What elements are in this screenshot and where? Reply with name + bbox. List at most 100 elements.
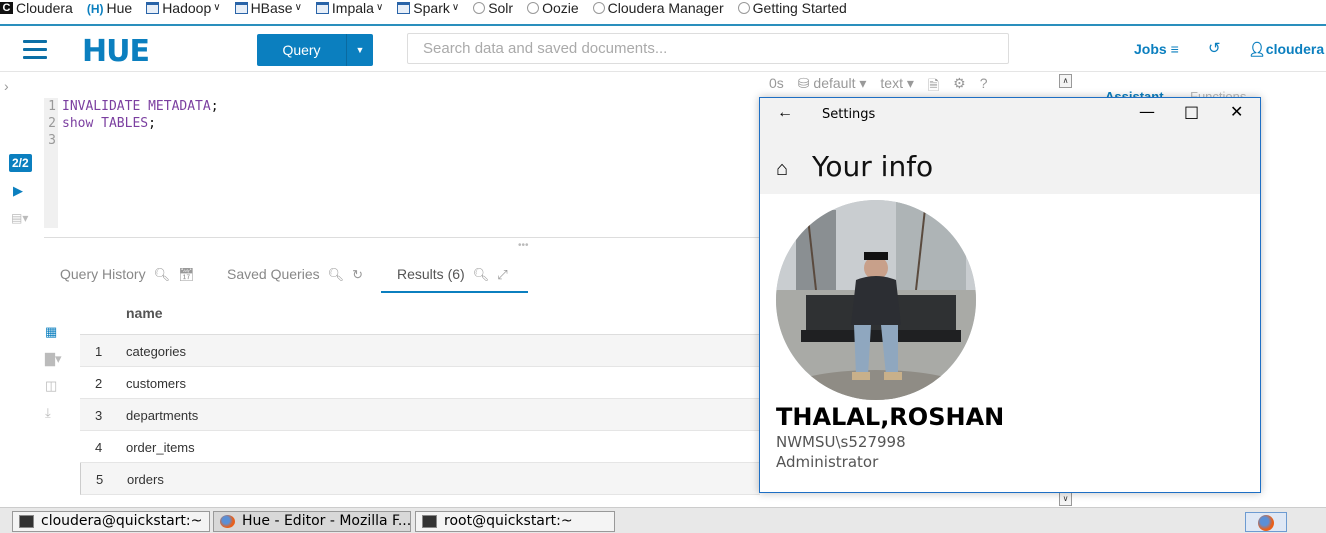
map-icon[interactable]: ▤▾ [11, 211, 28, 225]
line-number: 2 [48, 116, 56, 131]
caret-down-icon[interactable]: ▼ [347, 34, 373, 66]
tab-query-history[interactable]: Query History 🔍︎ 📅︎ [60, 266, 195, 283]
table-row[interactable]: 1 categories [80, 335, 760, 367]
calendar-icon[interactable]: 📅︎ [178, 267, 195, 282]
globe-icon [592, 2, 605, 14]
history-icon[interactable]: ↺ [1208, 39, 1221, 57]
folder-icon [315, 2, 329, 14]
hue-icon: (H) [86, 2, 104, 16]
user-icon: 👤︎ [1248, 41, 1266, 57]
display-name: THALAL,ROSHAN [776, 403, 1005, 431]
bookmark-impala[interactable]: Impala ∨ [315, 1, 384, 15]
refresh-icon[interactable]: ↻ [352, 267, 363, 282]
bookmark-hue[interactable]: (H) Hue [86, 1, 132, 16]
taskbar: cloudera@quickstart:~ Hue - Editor - Moz… [0, 507, 1326, 533]
jobs-button[interactable]: Jobs ≡ [1134, 41, 1179, 57]
home-icon[interactable]: ⌂ [776, 158, 788, 181]
taskbar-item-terminal-cloudera[interactable]: cloudera@quickstart:~ [12, 511, 210, 532]
globe-icon [737, 2, 750, 14]
globe-icon [473, 2, 486, 14]
line-number-gutter: 1 2 3 [44, 98, 58, 228]
window-titlebar[interactable]: ← Settings — □ ✕ [760, 98, 1260, 130]
query-button[interactable]: Query ▼ [257, 34, 373, 66]
terminal-icon [19, 515, 34, 528]
scroll-up-arrow-icon[interactable]: ∧ [1059, 74, 1072, 88]
table-row[interactable]: 4 order_items [80, 431, 760, 463]
result-view-toolbar: ▦ ▇▾ ◫ ⤓ [45, 324, 62, 432]
bookmark-cloudera[interactable]: C Cloudera [0, 1, 73, 15]
bookmark-getting-started[interactable]: Getting Started [737, 1, 847, 15]
user-menu[interactable]: 👤︎cloudera [1248, 41, 1324, 58]
search-icon[interactable]: 🔍︎ [328, 267, 345, 282]
chevron-down-icon: ∨ [294, 2, 302, 13]
sliders-icon: ≡ [1170, 41, 1179, 57]
download-icon[interactable]: ⤓ [45, 405, 62, 432]
line-number: 1 [48, 99, 56, 114]
bookmark-oozie[interactable]: Oozie [527, 1, 579, 15]
cloudera-icon: C [0, 2, 13, 14]
terminal-icon [422, 515, 437, 528]
query-button-label[interactable]: Query [257, 34, 347, 66]
chart-icon[interactable]: ▇▾ [45, 351, 62, 378]
database-icon: ⛁ [797, 75, 810, 91]
search-icon[interactable]: 🔍︎ [473, 267, 490, 282]
code-line[interactable]: INVALIDATE METADATA; [62, 98, 219, 115]
chevron-down-icon: ∨ [375, 2, 384, 13]
account-role: Administrator [776, 453, 879, 471]
execute-play-icon[interactable]: ▶ [13, 183, 23, 199]
global-search-input[interactable]: Search data and saved documents... [407, 33, 1009, 64]
folder-icon [234, 2, 248, 14]
search-icon[interactable]: 🔍︎ [154, 267, 171, 282]
bookmark-spark[interactable]: Spark ∨ [397, 1, 459, 15]
active-tab-indicator [381, 291, 528, 293]
globe-icon [527, 2, 540, 14]
taskbar-item-terminal-root[interactable]: root@quickstart:~ [415, 511, 615, 532]
tray-firefox[interactable] [1245, 512, 1287, 532]
settings-window: ← Settings — □ ✕ ⌂ Your info THALAL,ROSH… [759, 97, 1261, 493]
minimize-icon[interactable]: — [1139, 102, 1155, 121]
code-line[interactable] [62, 132, 219, 149]
execution-time: 0s [769, 75, 784, 91]
resize-handle[interactable]: ••• [518, 240, 529, 251]
table-row[interactable]: 3 departments [80, 399, 760, 431]
expand-icon[interactable]: ⤢ [497, 267, 507, 282]
column-header-name[interactable]: name [126, 305, 163, 321]
scroll-down-arrow-icon[interactable]: ∨ [1059, 492, 1072, 506]
document-icon[interactable]: 🗎︎ [928, 75, 939, 99]
taskbar-item-firefox[interactable]: Hue - Editor - Mozilla F... [213, 511, 411, 532]
page-title: Your info [812, 150, 934, 183]
bookmark-solr[interactable]: Solr [473, 1, 513, 15]
maximize-icon[interactable]: □ [1184, 102, 1199, 121]
profile-photo [776, 200, 976, 400]
account-name: NWMSU\s527998 [776, 433, 906, 451]
bookmark-hbase[interactable]: HBase ∨ [234, 1, 302, 15]
editor-divider [44, 237, 760, 238]
help-icon[interactable]: ? [980, 75, 988, 99]
gear-icon[interactable]: ⚙ [953, 75, 966, 99]
grid-view-icon[interactable]: ▦ [45, 324, 62, 351]
chevron-down-icon: ∨ [451, 2, 460, 13]
firefox-icon [220, 515, 235, 528]
hue-logo[interactable]: HUE [82, 34, 150, 69]
table-row[interactable]: 5 orders [80, 463, 760, 495]
tab-saved-queries[interactable]: Saved Queries 🔍︎ ↻ [227, 266, 363, 283]
database-selector[interactable]: ⛁ default ▾ [798, 75, 867, 99]
folder-icon [397, 2, 411, 14]
code-line[interactable]: show TABLES; [62, 115, 219, 132]
sql-editor[interactable]: INVALIDATE METADATA; show TABLES; [62, 98, 219, 149]
expand-left-panel-icon[interactable]: › [4, 78, 9, 94]
top-navbar: HUE Query ▼ Search data and saved docume… [0, 24, 1326, 72]
bookmark-hadoop[interactable]: Hadoop ∨ [146, 1, 221, 15]
hamburger-menu-icon[interactable] [23, 40, 47, 60]
columns-icon[interactable]: ◫ [45, 378, 62, 405]
tab-results[interactable]: Results (6) 🔍︎ ⤢ [397, 266, 508, 283]
close-icon[interactable]: ✕ [1230, 102, 1243, 121]
format-selector[interactable]: text ▾ [880, 75, 914, 99]
folder-icon [146, 2, 160, 14]
firefox-icon [1258, 515, 1274, 531]
bookmark-cloudera-manager[interactable]: Cloudera Manager [592, 1, 724, 15]
back-arrow-icon[interactable]: ← [777, 104, 793, 122]
window-title: Settings [822, 107, 876, 122]
table-row[interactable]: 2 customers [80, 367, 760, 399]
chevron-down-icon: ∨ [213, 2, 221, 13]
